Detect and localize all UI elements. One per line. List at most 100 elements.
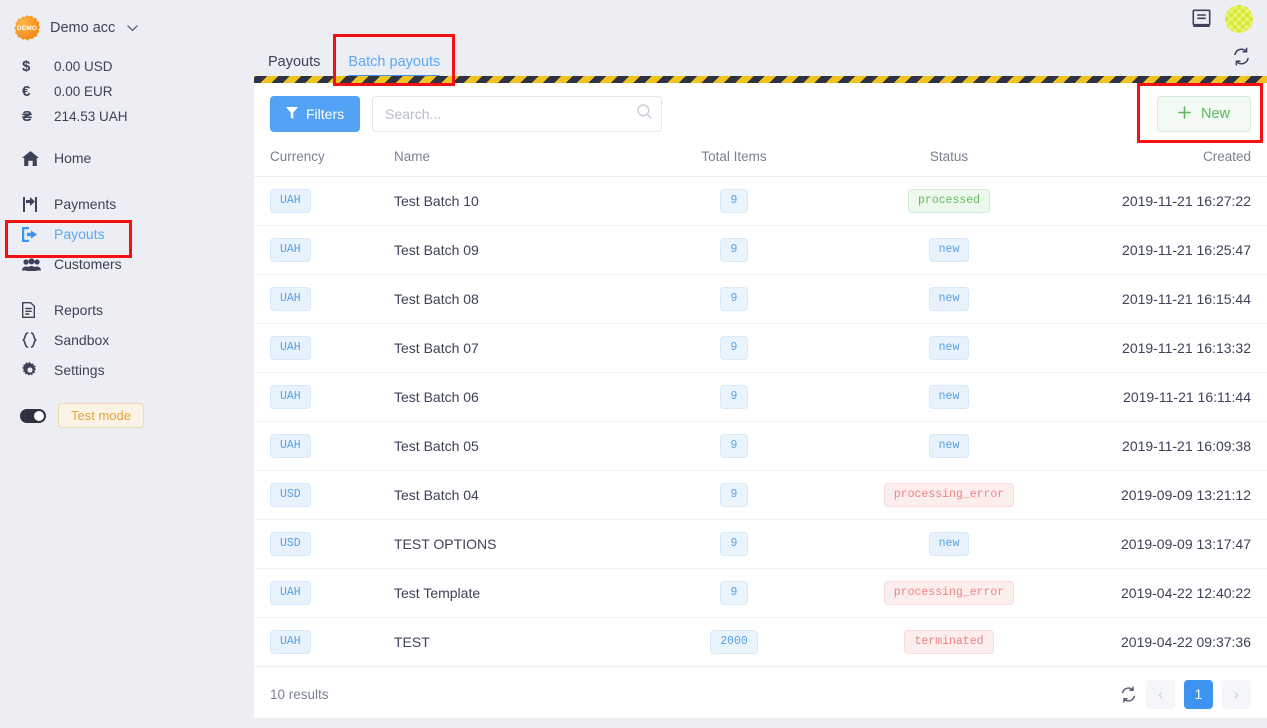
sidebar-item-home[interactable]: Home	[0, 143, 240, 173]
balance-amount-uah: 214.53 UAH	[54, 109, 128, 124]
currency-badge: UAH	[270, 287, 311, 311]
sidebar-item-payments[interactable]: Payments	[0, 189, 240, 219]
sidebar-item-settings[interactable]: Settings	[0, 355, 240, 385]
table-row[interactable]: UAH Test Batch 10 9 processed 2019-11-21 16:…	[254, 176, 1267, 226]
status-badge: processed	[907, 189, 991, 213]
currency-badge: UAH	[270, 630, 311, 654]
book-icon[interactable]	[1192, 9, 1211, 29]
filters-button[interactable]: Filters	[270, 96, 361, 132]
balance-row-uah: ₴ 214.53 UAH	[0, 104, 240, 129]
content-panel: Filters New	[254, 76, 1267, 718]
currency-badge: UAH	[270, 336, 311, 360]
balance-amount-eur: 0.00 EUR	[54, 84, 113, 99]
sidebar-nav: Home Payments Payouts Customers Reports …	[0, 143, 240, 385]
status-badge: new	[928, 385, 970, 409]
column-header-name[interactable]: Name	[394, 145, 634, 177]
total-items-badge[interactable]: 9	[720, 287, 748, 311]
table-row[interactable]: USD Test Batch 04 9 processing_error 2019-09…	[254, 470, 1267, 520]
customers-icon	[22, 257, 54, 271]
table-header: Currency Name Total Items Status Created	[254, 145, 1267, 177]
total-items-badge[interactable]: 9	[720, 238, 748, 262]
cell-currency: UAH	[254, 372, 394, 422]
account-name: Demo acc	[50, 20, 116, 36]
results-count: 10 results	[270, 686, 329, 702]
total-items-badge[interactable]: 2000	[710, 630, 758, 654]
balance-row-eur: € 0.00 EUR	[0, 79, 240, 104]
pagination-next[interactable]: ›	[1222, 679, 1251, 709]
status-badge: new	[928, 434, 970, 458]
table-toolbar: Filters New	[254, 83, 1267, 145]
total-items-badge[interactable]: 9	[720, 532, 748, 556]
pagination-page-1[interactable]: 1	[1184, 679, 1213, 709]
table-row[interactable]: UAH Test Batch 05 9 new 2019-11-21 16:09:38	[254, 421, 1267, 471]
cell-status: new	[834, 519, 1064, 569]
cell-status: new	[834, 421, 1064, 471]
cell-name: Test Batch 06	[394, 372, 634, 422]
total-items-badge[interactable]: 9	[720, 336, 748, 360]
account-switcher[interactable]: DEMO Demo acc	[0, 0, 240, 44]
sidebar-item-label-sandbox: Sandbox	[54, 332, 110, 348]
table-row[interactable]: USD TEST OPTIONS 9 new 2019-09-09 13:17:47	[254, 519, 1267, 569]
currency-symbol-usd: $	[22, 58, 31, 75]
table-row[interactable]: UAH Test Batch 06 9 new 2019-11-21 16:11:44	[254, 372, 1267, 422]
column-header-created[interactable]: Created	[1064, 145, 1267, 177]
app-root: DEMO Demo acc $ 0.00 USD € 0.00 EUR ₴ 21…	[0, 0, 1267, 728]
sidebar: DEMO Demo acc $ 0.00 USD € 0.00 EUR ₴ 21…	[0, 0, 240, 728]
sidebar-item-payouts[interactable]: Payouts	[0, 219, 240, 249]
refresh-icon[interactable]	[1232, 47, 1251, 71]
filters-button-label: Filters	[306, 106, 345, 122]
plus-icon	[1178, 105, 1191, 123]
cell-status: new	[834, 323, 1064, 373]
total-items-badge[interactable]: 9	[720, 189, 748, 213]
sidebar-item-customers[interactable]: Customers	[0, 249, 240, 279]
cell-name: Test Batch 08	[394, 274, 634, 324]
chevron-down-icon	[127, 23, 138, 35]
cell-currency: USD	[254, 470, 394, 520]
search-field	[372, 96, 663, 132]
refresh-icon-footer[interactable]	[1120, 685, 1137, 703]
cell-status: processing_error	[834, 568, 1064, 618]
column-header-status[interactable]: Status	[834, 145, 1064, 177]
cell-status: new	[834, 274, 1064, 324]
sidebar-item-reports[interactable]: Reports	[0, 295, 240, 325]
cell-name: TEST	[394, 617, 634, 667]
top-bar	[240, 0, 1267, 38]
column-header-total-items[interactable]: Total Items	[634, 145, 834, 177]
cell-created: 2019-11-21 16:25:47	[1064, 225, 1267, 275]
cell-created: 2019-09-09 13:17:47	[1064, 519, 1267, 569]
sidebar-item-label-customers: Customers	[54, 256, 122, 272]
sidebar-item-label-home: Home	[54, 150, 92, 166]
table-row[interactable]: UAH Test Batch 08 9 new 2019-11-21 16:15:44	[254, 274, 1267, 324]
currency-badge: UAH	[270, 189, 311, 213]
cell-total-items: 9	[634, 519, 834, 569]
reports-icon	[22, 302, 54, 318]
cell-currency: UAH	[254, 225, 394, 275]
table-row[interactable]: UAH Test Batch 09 9 new 2019-11-21 16:25:47	[254, 225, 1267, 275]
table-row[interactable]: UAH Test Template 9 processing_error 2019-04…	[254, 568, 1267, 618]
new-button[interactable]: New	[1156, 96, 1251, 132]
table-body: UAH Test Batch 10 9 processed 2019-11-21 16:…	[254, 176, 1267, 667]
cell-name: Test Batch 05	[394, 421, 634, 471]
table-row[interactable]: UAH Test Batch 07 9 new 2019-11-21 16:13:32	[254, 323, 1267, 373]
currency-badge: UAH	[270, 385, 311, 409]
total-items-badge[interactable]: 9	[720, 581, 748, 605]
sidebar-item-label-payments: Payments	[54, 196, 117, 212]
sidebar-item-label-settings: Settings	[54, 362, 105, 378]
total-items-badge[interactable]: 9	[720, 385, 748, 409]
search-input[interactable]	[372, 96, 663, 132]
test-mode-toggle[interactable]	[20, 408, 46, 423]
total-items-badge[interactable]: 9	[720, 483, 748, 507]
currency-badge: UAH	[270, 434, 311, 458]
avatar[interactable]	[1225, 5, 1253, 33]
cell-name: Test Batch 07	[394, 323, 634, 373]
sidebar-item-sandbox[interactable]: Sandbox	[0, 325, 240, 355]
cell-status: new	[834, 372, 1064, 422]
pagination-prev[interactable]: ‹	[1146, 679, 1175, 709]
new-button-label: New	[1200, 106, 1230, 122]
test-mode-row: Test mode	[0, 403, 240, 428]
cell-currency: UAH	[254, 617, 394, 667]
cell-currency: UAH	[254, 568, 394, 618]
column-header-currency[interactable]: Currency	[254, 145, 394, 177]
table-row[interactable]: UAH TEST 2000 terminated 2019-04-22 09:37:36	[254, 617, 1267, 667]
total-items-badge[interactable]: 9	[720, 434, 748, 458]
